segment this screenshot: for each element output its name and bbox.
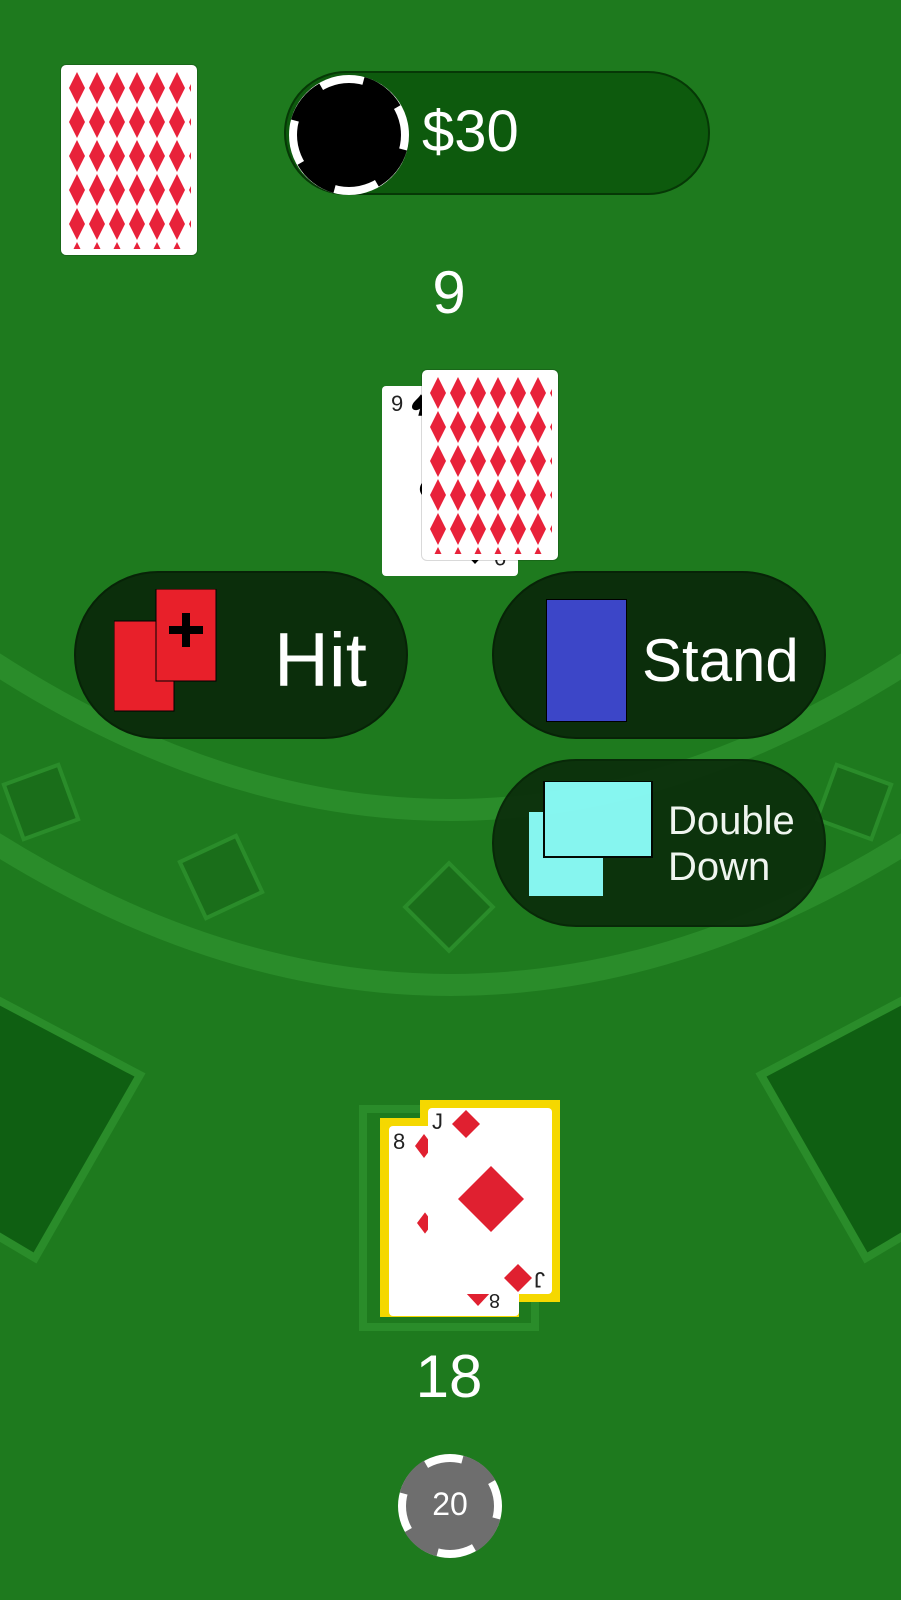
hit-label: Hit [274,618,367,703]
chip-icon [289,75,409,195]
bet-chip[interactable]: 20 [398,1454,502,1558]
hit-cards-icon [114,589,217,712]
dealer-score: 9 [432,259,466,326]
double-down-label-line1: Double [668,799,795,843]
double-down-button[interactable]: Double Down [492,759,826,927]
card-rank: 9 [391,391,404,416]
diamond-icon [458,1166,524,1232]
card-rank: J [432,1109,443,1134]
double-down-icon [528,781,653,898]
bet-chip-value: 20 [432,1486,468,1522]
double-down-label-line2: Down [668,845,771,889]
stand-button[interactable]: Stand [492,571,826,739]
diamond-icon [504,1264,532,1292]
stand-label: Stand [642,627,799,694]
stand-card-icon [546,599,627,722]
diamond-icon [465,1292,491,1306]
card-rank-inverted: J [534,1267,545,1292]
deck-card-back [61,65,197,255]
player-card-jack-diamonds: J J [428,1108,552,1294]
balance-amount: $30 [422,99,519,164]
card-rank: 8 [393,1129,406,1154]
dealer-card-back [422,370,558,560]
player-score: 18 [415,1343,483,1410]
diamond-icon [452,1110,480,1138]
hit-button[interactable]: Hit [74,571,408,739]
